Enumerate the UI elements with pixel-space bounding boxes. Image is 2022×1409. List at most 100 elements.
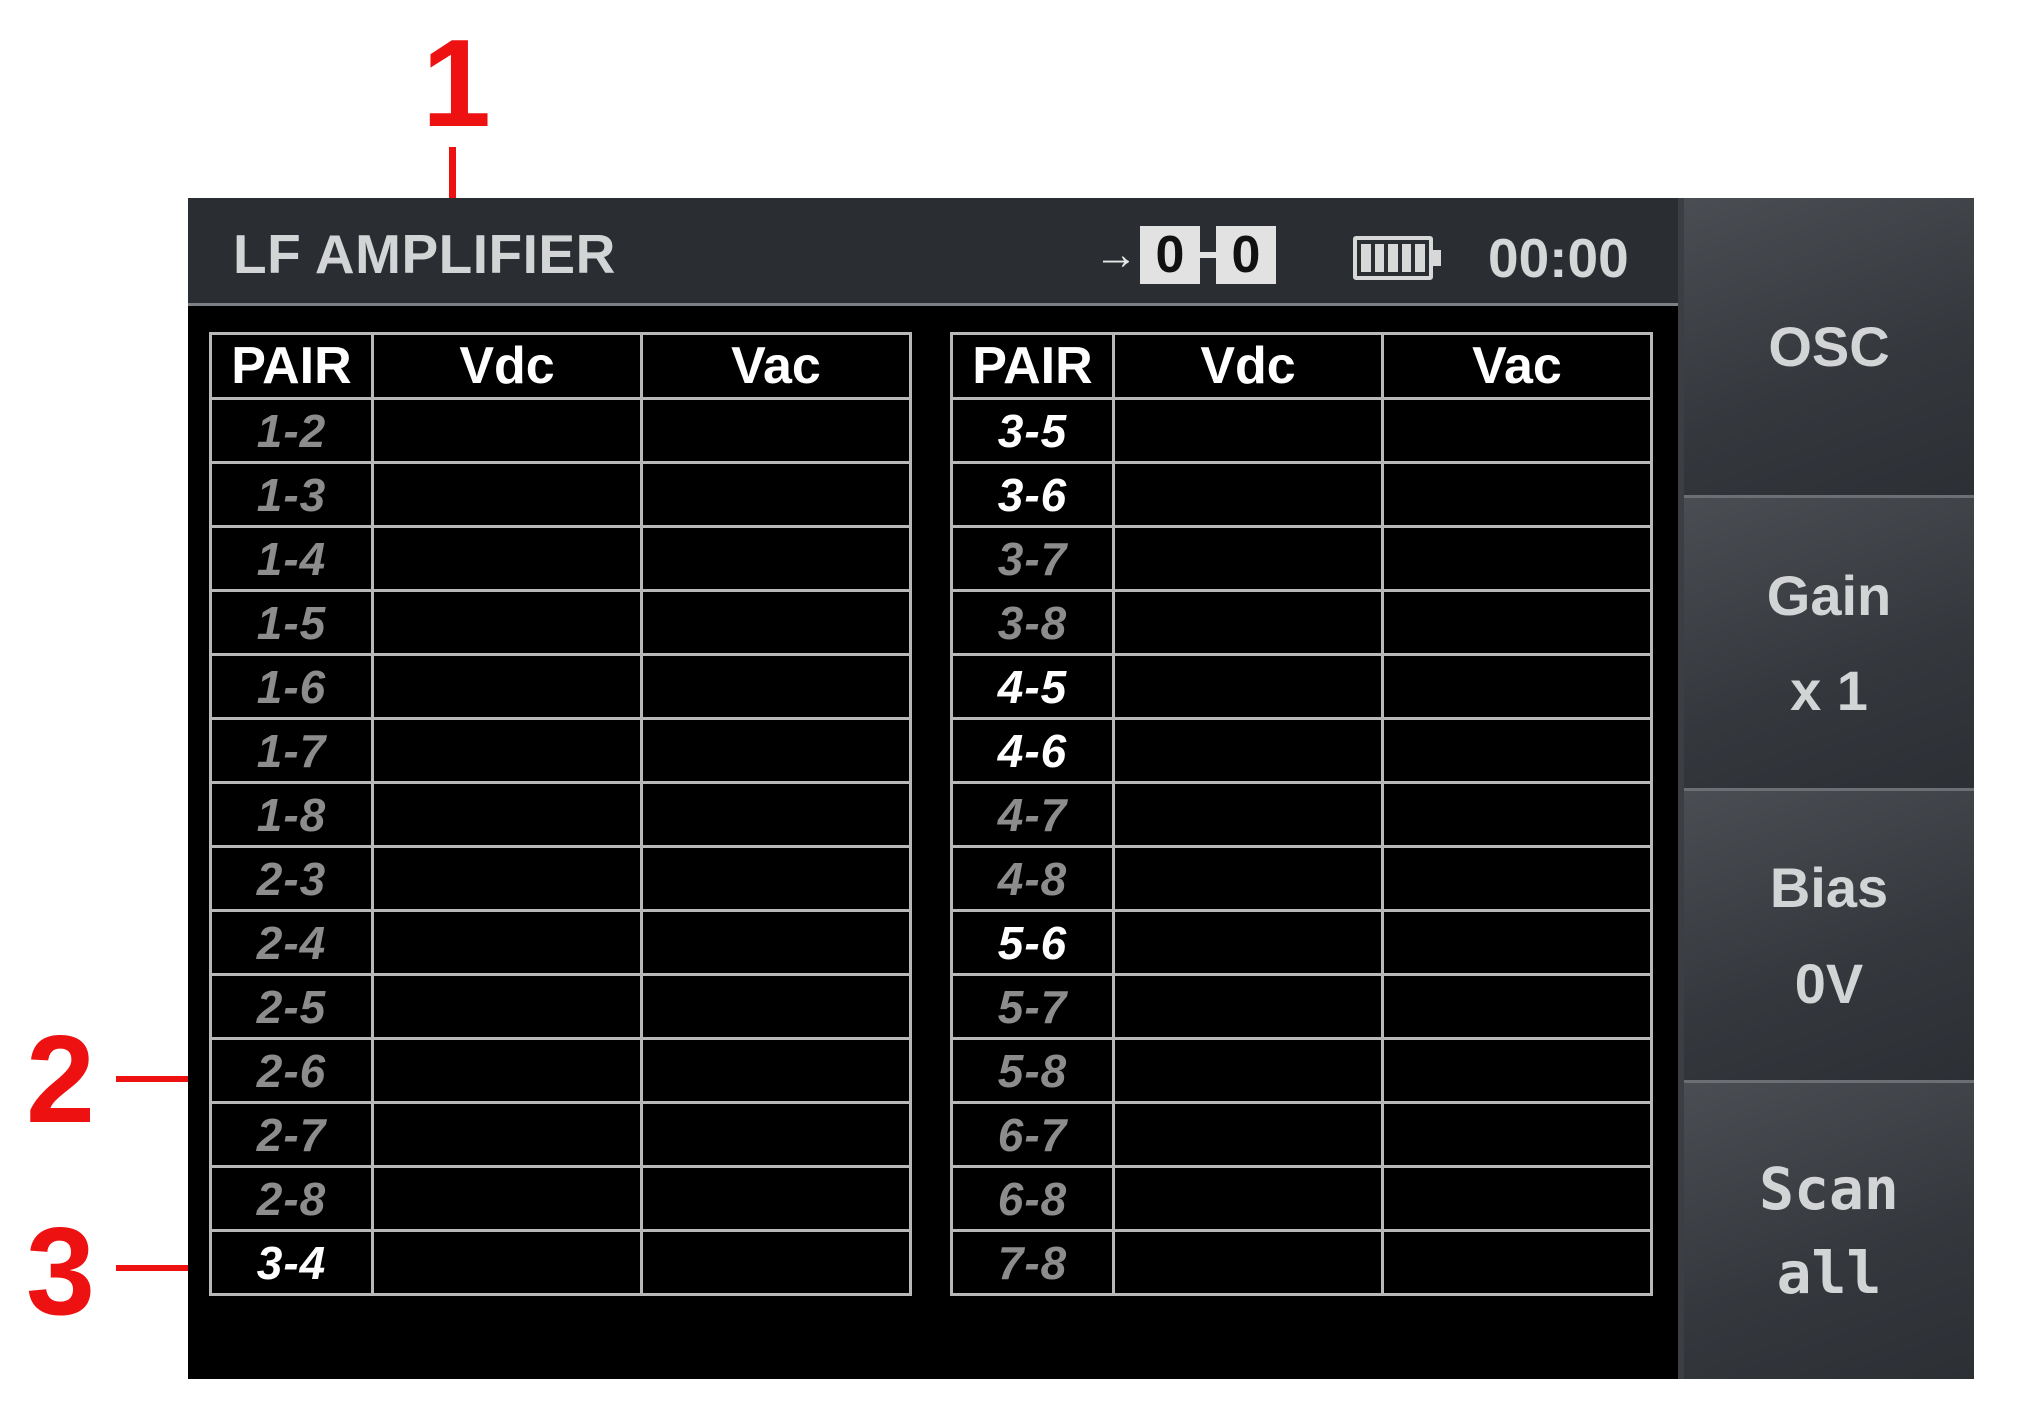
table-row: 1-6: [209, 653, 912, 720]
vac-cell: [640, 525, 912, 592]
pair-cell: 6-8: [950, 1165, 1115, 1232]
vac-cell: [640, 653, 912, 720]
vac-cell: [1381, 397, 1653, 464]
pair-cell: 5-7: [950, 973, 1115, 1040]
vac-cell: [640, 461, 912, 528]
softkey-label: Scan: [1759, 1154, 1899, 1223]
pair-cell: 5-8: [950, 1037, 1115, 1104]
column-header-vac: Vac: [1381, 332, 1653, 400]
pair-cell: 3-4: [209, 1229, 374, 1296]
vac-cell: [1381, 845, 1653, 912]
pair-cell: 3-5: [950, 397, 1115, 464]
table-row: 4-6: [950, 717, 1653, 784]
pair-cell: 2-6: [209, 1037, 374, 1104]
softkey-gain[interactable]: Gain x 1: [1684, 495, 1974, 788]
pair-cell: 2-4: [209, 909, 374, 976]
softkey-panel: OSC Gain x 1 Bias 0V Scan all: [1678, 198, 1974, 1379]
counter-box-a: 0: [1140, 226, 1200, 284]
softkey-bias[interactable]: Bias 0V: [1684, 788, 1974, 1080]
battery-cell: [1374, 244, 1385, 272]
vac-cell: [1381, 1229, 1653, 1296]
softkey-value: x 1: [1790, 659, 1868, 722]
pair-cell: 2-3: [209, 845, 374, 912]
vdc-cell: [371, 397, 643, 464]
vac-cell: [640, 717, 912, 784]
vdc-cell: [371, 845, 643, 912]
vac-cell: [640, 781, 912, 848]
vdc-cell: [371, 717, 643, 784]
vac-cell: [1381, 781, 1653, 848]
pair-cell: 1-4: [209, 525, 374, 592]
table-row: 5-7: [950, 973, 1653, 1040]
column-header-pair: PAIR: [950, 332, 1115, 400]
status-bar: LF AMPLIFIER → 0 0 00:00: [188, 198, 1678, 306]
table-row: 3-4: [209, 1229, 912, 1296]
table-row: 3-7: [950, 525, 1653, 592]
vac-cell: [1381, 461, 1653, 528]
table-row: 5-8: [950, 1037, 1653, 1104]
vac-cell: [1381, 653, 1653, 720]
vdc-cell: [1112, 909, 1384, 976]
table-row: 2-5: [209, 973, 912, 1040]
vac-cell: [640, 1165, 912, 1232]
pair-cell: 1-5: [209, 589, 374, 656]
pair-cell: 7-8: [950, 1229, 1115, 1296]
pair-cell: 4-5: [950, 653, 1115, 720]
vdc-cell: [1112, 653, 1384, 720]
softkey-label: Gain: [1766, 563, 1892, 627]
pair-cell: 2-7: [209, 1101, 374, 1168]
vdc-cell: [371, 1101, 643, 1168]
battery-cell: [1415, 244, 1425, 272]
vac-cell: [1381, 909, 1653, 976]
table-row: 1-7: [209, 717, 912, 784]
vac-cell: [1381, 973, 1653, 1040]
table-row: 6-7: [950, 1101, 1653, 1168]
table-row: 3-8: [950, 589, 1653, 656]
table-row: 2-8: [209, 1165, 912, 1232]
table-header-row: PAIR Vdc Vac: [209, 332, 912, 400]
vdc-cell: [1112, 973, 1384, 1040]
table-row: 1-5: [209, 589, 912, 656]
vdc-cell: [1112, 1229, 1384, 1296]
table-row: 1-8: [209, 781, 912, 848]
softkey-osc[interactable]: OSC: [1684, 198, 1974, 495]
table-row: 1-4: [209, 525, 912, 592]
pair-cell: 1-3: [209, 461, 374, 528]
battery-cell: [1401, 244, 1412, 272]
table-row: 2-6: [209, 1037, 912, 1104]
pair-cell: 4-6: [950, 717, 1115, 784]
pair-cell: 3-8: [950, 589, 1115, 656]
table-row: 4-7: [950, 781, 1653, 848]
pair-cell: 3-7: [950, 525, 1115, 592]
callout-2: 2: [26, 1011, 95, 1149]
vdc-cell: [1112, 589, 1384, 656]
vdc-cell: [1112, 525, 1384, 592]
callout-1: 1: [422, 15, 491, 153]
vdc-cell: [1112, 1165, 1384, 1232]
vac-cell: [640, 1229, 912, 1296]
vac-cell: [640, 1037, 912, 1104]
table-row: 1-3: [209, 461, 912, 528]
vdc-cell: [371, 973, 643, 1040]
table-row: 3-5: [950, 397, 1653, 464]
table-row: 6-8: [950, 1165, 1653, 1232]
pair-table-left: PAIR Vdc Vac 1-2 1-3 1-4 1-5 1-6 1-7 1-8 2-3 2-4…: [209, 332, 912, 1296]
vdc-cell: [1112, 717, 1384, 784]
vdc-cell: [371, 1165, 643, 1232]
softkey-value: all: [1776, 1239, 1882, 1307]
vdc-cell: [1112, 845, 1384, 912]
pair-cell: 2-8: [209, 1165, 374, 1232]
pair-cell: 1-8: [209, 781, 374, 848]
table-row: 4-5: [950, 653, 1653, 720]
pair-cell: 6-7: [950, 1101, 1115, 1168]
vac-cell: [640, 845, 912, 912]
softkey-scan-all[interactable]: Scan all: [1684, 1080, 1974, 1379]
vdc-cell: [371, 909, 643, 976]
vac-cell: [640, 589, 912, 656]
vac-cell: [1381, 1037, 1653, 1104]
table-row: 5-6: [950, 909, 1653, 976]
battery-icon: [1353, 236, 1441, 280]
vdc-cell: [371, 525, 643, 592]
vdc-cell: [371, 1037, 643, 1104]
vac-cell: [1381, 525, 1653, 592]
